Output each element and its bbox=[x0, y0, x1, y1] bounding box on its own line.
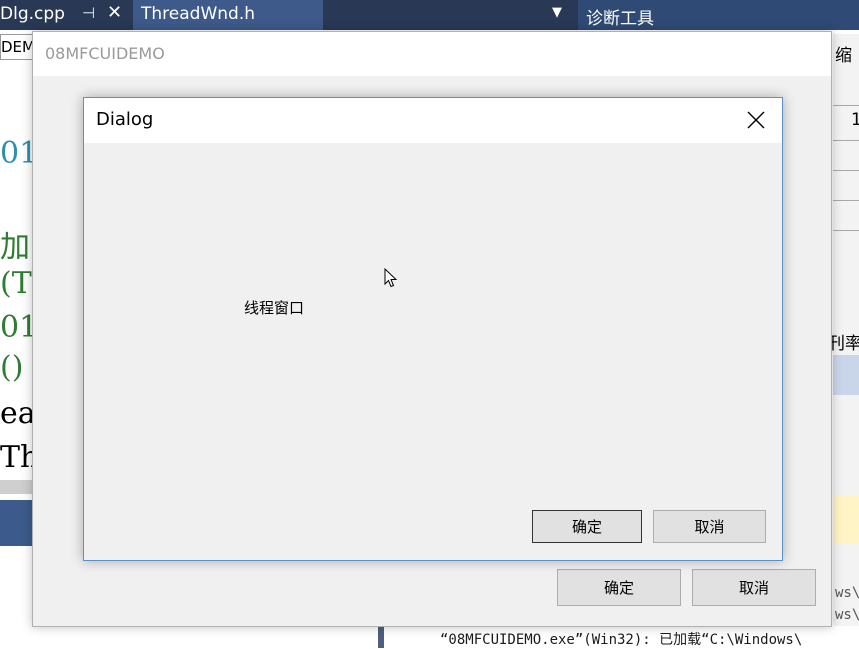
diagnostic-panel-highlight bbox=[833, 355, 859, 395]
panel-divider bbox=[833, 140, 859, 141]
tab-dropdown-icon[interactable]: ▼ bbox=[552, 5, 562, 20]
app-cancel-button[interactable]: 取消 bbox=[692, 569, 816, 606]
panel-text: 刊率 bbox=[828, 334, 859, 354]
output-text: ws\ bbox=[835, 585, 859, 601]
mouse-cursor-icon bbox=[384, 267, 398, 292]
thread-window-label: 线程窗口 bbox=[244, 299, 305, 317]
tab-threadwnd-label: ThreadWnd.h bbox=[141, 4, 255, 24]
pin-icon[interactable]: ⊣ bbox=[82, 4, 95, 22]
output-text: “08MFCUIDEMO.exe”(Win32): 已加载“C:\Windows… bbox=[440, 632, 803, 648]
close-tab-icon[interactable]: ✕ bbox=[107, 2, 122, 23]
panel-text: 1 bbox=[851, 110, 859, 130]
dialog-title: Dialog bbox=[96, 109, 154, 130]
app-titlebar[interactable]: 08MFCUIDEMO bbox=[33, 32, 831, 76]
code-line: 加 bbox=[0, 230, 30, 265]
diagnostic-tools-title: 诊断工具 bbox=[586, 9, 654, 29]
dialog-titlebar[interactable]: Dialog bbox=[84, 98, 782, 143]
project-combo-value: DEMO bbox=[1, 38, 35, 56]
panel-divider bbox=[833, 170, 859, 171]
output-text: ws\ bbox=[835, 607, 859, 623]
close-icon[interactable] bbox=[736, 102, 776, 138]
diagnostic-panel-notice bbox=[833, 496, 859, 544]
dialog-cancel-button[interactable]: 取消 bbox=[653, 510, 766, 543]
thread-dialog: Dialog 线程窗口 确定 取消 bbox=[83, 97, 783, 561]
panel-divider bbox=[833, 105, 859, 106]
tab-threadwnd-h[interactable]: ThreadWnd.h bbox=[133, 0, 323, 30]
panel-divider bbox=[833, 230, 859, 231]
diagnostic-tools-header: 诊断工具 bbox=[578, 0, 859, 30]
dialog-ok-button[interactable]: 确定 bbox=[532, 510, 642, 543]
code-line: () bbox=[0, 350, 24, 385]
app-ok-button[interactable]: 确定 bbox=[557, 569, 681, 606]
app-title: 08MFCUIDEMO bbox=[45, 44, 165, 63]
project-combo[interactable]: DEMO bbox=[0, 34, 36, 60]
code-line: ea bbox=[0, 396, 36, 431]
panel-divider bbox=[833, 200, 859, 201]
editor-tab-bar: Dlg.cpp ⊣ ✕ ThreadWnd.h ▼ bbox=[0, 0, 578, 30]
